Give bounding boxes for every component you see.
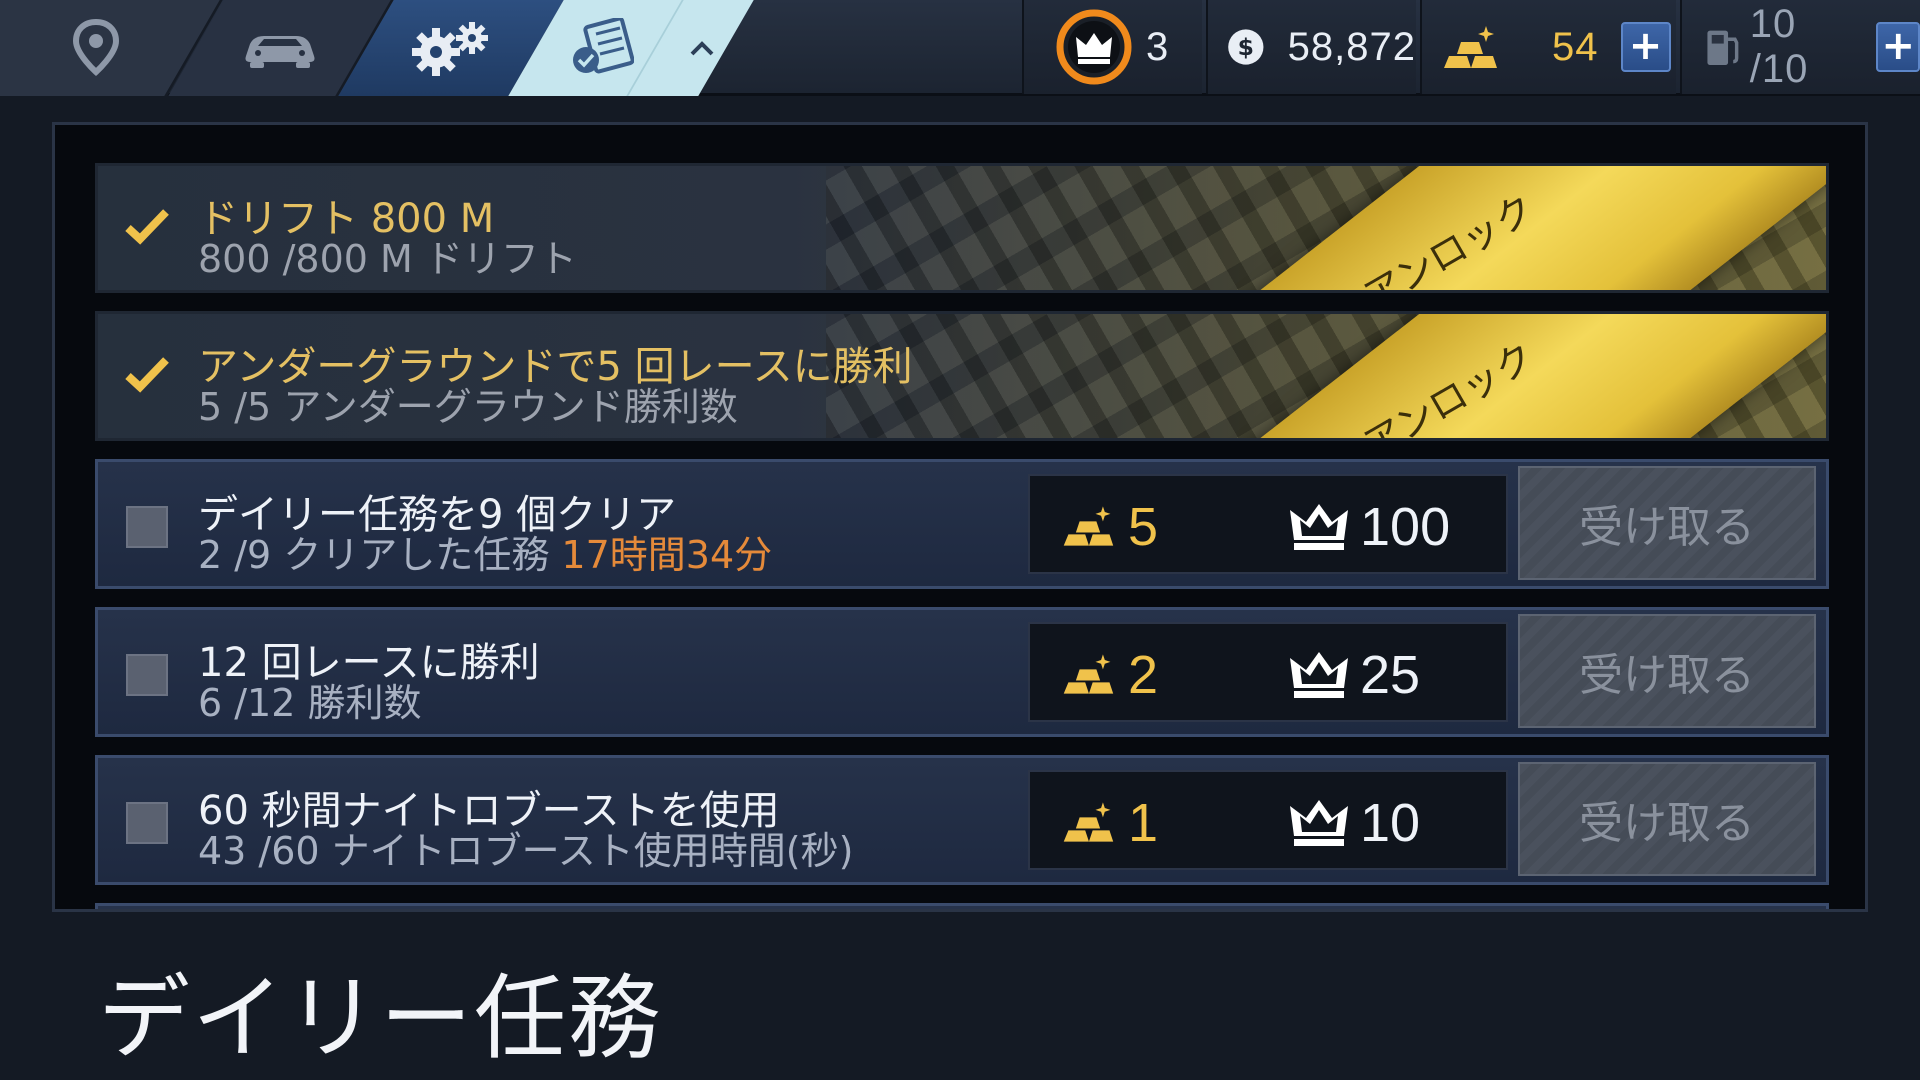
tab-divider bbox=[626, 0, 684, 96]
gold-bars-icon bbox=[1063, 802, 1114, 842]
mission-progress: 5 /5 アンダーグラウンド勝利数 bbox=[198, 385, 738, 429]
car-icon bbox=[245, 36, 314, 68]
mission-row-partial bbox=[95, 903, 1829, 909]
crown-icon bbox=[1290, 800, 1348, 846]
mission-progress: 800 /800 M ドリフト bbox=[198, 237, 577, 281]
missions-panel: アンロック ドリフト 800 M 800 /800 M ドリフト アンロック ア… bbox=[52, 122, 1868, 912]
mission-checkbox bbox=[126, 802, 168, 844]
mission-progress-line: 2 /9 クリアした任務 17時間34分 bbox=[198, 524, 772, 579]
fuel-pump-icon bbox=[1707, 30, 1739, 66]
svg-text:$: $ bbox=[1238, 33, 1254, 61]
crown-icon bbox=[1290, 652, 1348, 698]
buy-gold-button[interactable]: + bbox=[1620, 22, 1671, 72]
gears-icon bbox=[412, 22, 488, 76]
mission-checkbox bbox=[126, 654, 168, 696]
mission-progress: 6 /12 勝利数 bbox=[198, 681, 422, 725]
mission-checkbox bbox=[126, 506, 168, 548]
gold-reward: 5 bbox=[1128, 497, 1159, 557]
gold-bars-icon bbox=[1063, 506, 1114, 546]
fuel-counter: 10 /10 + bbox=[1680, 0, 1920, 94]
gold-reward: 1 bbox=[1128, 793, 1159, 853]
top-bar: 3 $ 58,872 54 + 10 /10 + bbox=[0, 0, 1920, 96]
mission-progress: 2 /9 クリアした任務 bbox=[198, 533, 550, 577]
gold-bars-icon bbox=[1444, 26, 1497, 68]
mission-row-completed: アンロック アンダーグラウンドで5 回レースに勝利 5 /5 アンダーグラウンド… bbox=[95, 311, 1829, 441]
dollar-coin-icon: $ bbox=[1228, 29, 1264, 65]
mission-row: デイリー任務を9 個クリア 2 /9 クリアした任務 17時間34分 5 100… bbox=[95, 459, 1829, 589]
crown-reward: 25 bbox=[1360, 645, 1421, 705]
gold-bars-icon bbox=[1063, 654, 1114, 694]
crown-reward: 10 bbox=[1360, 793, 1421, 853]
map-pin-icon bbox=[72, 18, 120, 77]
crown-count: 3 bbox=[1146, 24, 1170, 69]
mission-progress: 43 /60 ナイトロブースト使用時間(秒) bbox=[198, 829, 854, 873]
mission-row-completed: アンロック ドリフト 800 M 800 /800 M ドリフト bbox=[95, 163, 1829, 293]
mission-row: 12 回レースに勝利 6 /12 勝利数 2 25 受け取る bbox=[95, 607, 1829, 737]
crown-level-icon bbox=[1056, 9, 1132, 85]
page-title: デイリー任務 bbox=[98, 965, 663, 1072]
mission-timer: 17時間34分 bbox=[561, 533, 773, 577]
reward-box: 2 25 bbox=[1028, 622, 1508, 722]
crown-icon bbox=[1290, 504, 1348, 550]
clipboard-icon bbox=[573, 18, 634, 74]
cash-counter: $ 58,872 bbox=[1206, 0, 1416, 94]
claim-button[interactable]: 受け取る bbox=[1518, 466, 1816, 580]
refill-fuel-button[interactable]: + bbox=[1876, 22, 1920, 72]
crown-counter: 3 bbox=[1022, 0, 1202, 94]
check-icon bbox=[125, 209, 169, 245]
chevron-up-icon[interactable] bbox=[688, 38, 716, 58]
mission-row: 60 秒間ナイトロブーストを使用 43 /60 ナイトロブースト使用時間(秒) … bbox=[95, 755, 1829, 885]
fuel-amount: 10 /10 bbox=[1749, 2, 1809, 91]
reward-box: 5 100 bbox=[1028, 474, 1508, 574]
claim-button[interactable]: 受け取る bbox=[1518, 762, 1816, 876]
cash-amount: 58,872 bbox=[1287, 24, 1416, 69]
crown-reward: 100 bbox=[1360, 497, 1451, 557]
claim-button[interactable]: 受け取る bbox=[1518, 614, 1816, 728]
gold-amount: 54 bbox=[1552, 24, 1599, 69]
gold-counter: 54 + bbox=[1420, 0, 1676, 94]
check-icon bbox=[125, 357, 169, 393]
reward-box: 1 10 bbox=[1028, 770, 1508, 870]
gold-reward: 2 bbox=[1128, 645, 1159, 705]
